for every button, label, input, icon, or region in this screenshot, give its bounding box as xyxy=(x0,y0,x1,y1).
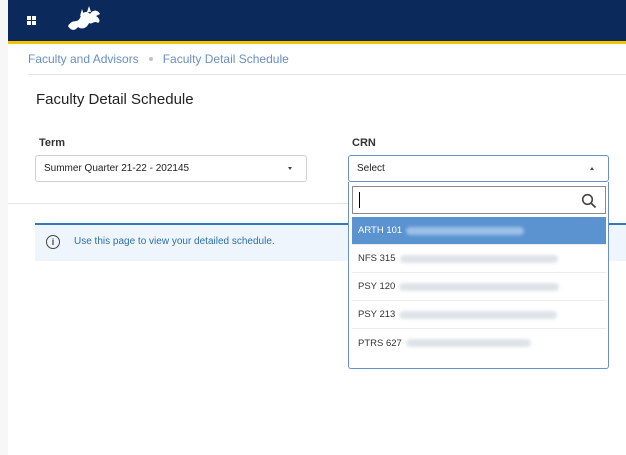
term-select-value: Summer Quarter 21-22 - 202145 xyxy=(44,163,190,174)
chevron-down-icon xyxy=(288,167,292,170)
dragon-logo[interactable] xyxy=(65,6,105,34)
info-message-text: Use this page to view your detailed sche… xyxy=(74,236,275,247)
crn-option[interactable]: ARTH 101 xyxy=(352,217,606,245)
crn-option[interactable]: PSY 213 xyxy=(352,301,606,329)
crn-option-code: ARTH 101 xyxy=(358,225,403,236)
crn-search-input[interactable] xyxy=(352,186,606,214)
term-label: Term xyxy=(39,137,66,149)
redacted-course-title xyxy=(406,226,525,235)
app-menu-icon[interactable] xyxy=(27,16,36,25)
breadcrumb-separator xyxy=(148,57,153,61)
crn-select-value: Select xyxy=(357,163,385,174)
text-cursor xyxy=(359,192,360,208)
redacted-course-title xyxy=(399,254,558,263)
divider xyxy=(8,203,348,204)
chevron-up-icon xyxy=(590,167,594,170)
info-icon: i xyxy=(46,235,60,249)
crn-option-code: NFS 315 xyxy=(358,253,396,264)
divider xyxy=(28,74,626,75)
crn-option-code: PTRS 627 xyxy=(358,337,402,349)
info-message-box: i Use this page to view your detailed sc… xyxy=(35,223,348,261)
crn-option-code: PSY 213 xyxy=(358,309,396,320)
redacted-course-title xyxy=(405,339,531,347)
crn-dropdown: ARTH 101 NFS 315 PSY 120 PSY 213 PTRS 62… xyxy=(348,182,609,369)
page-title: Faculty Detail Schedule xyxy=(36,91,194,108)
redacted-course-title xyxy=(399,282,560,291)
top-header-bar xyxy=(8,0,626,44)
breadcrumb: Faculty and Advisors Faculty Detail Sche… xyxy=(28,52,289,66)
crn-select[interactable]: Select xyxy=(348,155,609,182)
crn-option[interactable]: PTRS 627 xyxy=(352,329,606,357)
term-select[interactable]: Summer Quarter 21-22 - 202145 xyxy=(35,155,307,182)
crn-option-code: PSY 120 xyxy=(358,281,396,292)
info-message-box-edge xyxy=(609,223,626,261)
breadcrumb-faculty-detail-schedule[interactable]: Faculty Detail Schedule xyxy=(163,52,289,66)
crn-option[interactable]: PSY 120 xyxy=(352,273,606,301)
breadcrumb-faculty-advisors[interactable]: Faculty and Advisors xyxy=(28,52,139,66)
crn-option[interactable]: NFS 315 xyxy=(352,245,606,273)
search-icon xyxy=(581,193,597,209)
redacted-course-title xyxy=(399,310,558,319)
crn-options-list: ARTH 101 NFS 315 PSY 120 PSY 213 PTRS 62… xyxy=(352,217,606,357)
crn-label: CRN xyxy=(352,137,376,149)
